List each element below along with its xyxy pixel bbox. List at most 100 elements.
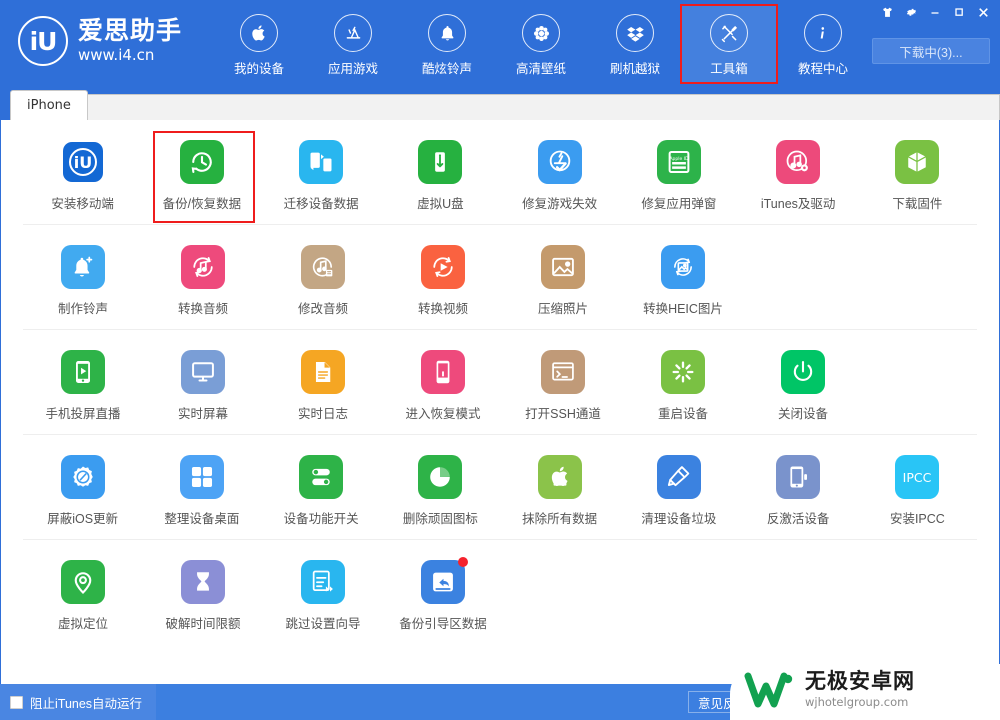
tool-label: 重启设备 [657,407,708,421]
tool-backup-restore[interactable]: 备份/恢复数据 [142,131,261,223]
tool-edit-audio[interactable]: 修改音频 [263,239,383,321]
tool-backup-boot-data[interactable]: 备份引导区数据 [383,554,503,636]
tools-icon [710,14,749,52]
download-status-button[interactable]: 下载中(3)... [872,38,990,64]
feature-toggle-icon [299,455,344,499]
tool-erase-all-data[interactable]: 抹除所有数据 [500,449,619,531]
nav-item-my-device[interactable]: 我的设备 [212,6,306,82]
tool-ssh-tunnel[interactable]: 打开SSH通道 [503,344,623,426]
recovery-mode-icon [421,350,465,394]
tool-recovery-mode[interactable]: 进入恢复模式 [383,344,503,426]
tool-virtual-usb[interactable]: 虚拟U盘 [381,134,500,216]
power-off-icon [781,350,825,394]
notification-badge [458,557,468,567]
tool-convert-audio[interactable]: 转换音频 [143,239,263,321]
device-tabstrip: iPhone [0,88,1000,120]
tool-skip-setup-wizard[interactable]: 跳过设置向导 [263,554,383,636]
tool-fix-game[interactable]: 修复游戏失效 [500,134,619,216]
nav-item-ringtones[interactable]: 酷炫铃声 [400,6,494,82]
convert-audio-icon [181,245,225,289]
i4-logo-icon: iU [18,16,68,66]
tool-label: iTunes及驱动 [760,197,836,211]
tool-compress-photo[interactable]: 压缩照片 [503,239,623,321]
brand-logo-block: iU 爱思助手 www.i4.cn [18,16,182,66]
nav-label: 教程中心 [798,62,849,76]
delete-icon-icon [418,455,463,499]
tool-deactivate-device[interactable]: 反激活设备 [739,449,858,531]
tool-install-ipcc[interactable]: IPCC 安装IPCC [858,449,977,531]
tool-label: 迁移设备数据 [283,197,359,211]
tool-install-mobile[interactable]: iU 安装移动端 [23,134,142,216]
skin-button[interactable] [876,3,898,21]
tool-label: 下载固件 [892,197,943,211]
tool-label: 破解时间限额 [165,617,241,631]
tool-label: 关闭设备 [777,407,828,421]
nav-item-wallpapers[interactable]: 高清壁纸 [494,6,588,82]
erase-all-icon [537,455,582,499]
clean-junk-icon [656,455,701,499]
tool-make-ringtone[interactable]: 制作铃声 [23,239,143,321]
tool-label: 清理设备垃圾 [641,512,717,526]
tool-label: 虚拟定位 [57,617,108,631]
tool-convert-heic[interactable]: 转换HEIC图片 [623,239,743,321]
skip-setup-icon [301,560,345,604]
block-itunes-checkbox[interactable] [10,695,23,709]
info-icon [804,14,843,52]
gear-icon[interactable] [900,3,922,21]
tool-label: 删除顽固图标 [402,512,478,526]
bell-icon [428,14,467,52]
tool-organize-desktop[interactable]: 整理设备桌面 [142,449,261,531]
tool-virtual-location[interactable]: 虚拟定位 [23,554,143,636]
tool-realtime-log[interactable]: 实时日志 [263,344,383,426]
tool-itunes-driver[interactable]: iTunes及驱动 [739,134,858,216]
nav-label: 刷机越狱 [610,62,661,76]
minimize-button[interactable] [924,3,946,21]
tool-clean-junk[interactable]: 清理设备垃圾 [619,449,738,531]
maximize-button[interactable] [948,3,970,21]
nav-item-apps-games[interactable]: 应用游戏 [306,6,400,82]
nav-label: 高清壁纸 [516,62,567,76]
block-itunes-toggle[interactable]: 阻止iTunes自动运行 [0,684,157,720]
tool-label: 安装IPCC [889,512,945,526]
nav-label: 应用游戏 [328,62,379,76]
deactivate-device-icon [776,455,821,499]
tool-label: 备份/恢复数据 [162,197,242,211]
tab-iphone[interactable]: iPhone [10,90,88,120]
feedback-button[interactable]: 意见反馈 [687,691,758,713]
virtual-location-icon [61,560,105,604]
tool-label: 虚拟U盘 [417,197,464,211]
tool-power-off[interactable]: 关闭设备 [743,344,863,426]
i4-app-icon: iU [60,140,105,184]
tool-label: 抹除所有数据 [522,512,598,526]
nav-item-toolbox[interactable]: 工具箱 [680,4,779,84]
nav-label: 我的设备 [234,62,285,76]
close-button[interactable] [972,3,994,21]
tool-fix-app-popup[interactable]: Apple ID 修复应用弹窗 [619,134,738,216]
tool-block-ios-update[interactable]: 屏蔽iOS更新 [23,449,142,531]
tool-convert-video[interactable]: 转换视频 [383,239,503,321]
flower-icon [522,14,561,52]
window-controls [876,3,994,21]
tool-delete-stubborn-icon[interactable]: 删除顽固图标 [381,449,500,531]
backup-boot-icon [421,557,468,604]
make-ringtone-icon [61,245,105,289]
tool-crack-time-limit[interactable]: 破解时间限额 [143,554,263,636]
svg-text:IPCC: IPCC [903,470,932,485]
nav-item-flash-jailbreak[interactable]: 刷机越狱 [588,6,682,82]
tool-label: 制作铃声 [57,302,108,316]
edit-audio-icon [301,245,345,289]
nav-label: 酷炫铃声 [422,62,473,76]
svg-text:Apple ID: Apple ID [669,156,689,162]
install-ipcc-icon: IPCC [895,455,940,499]
tool-screen-cast[interactable]: 手机投屏直播 [23,344,143,426]
tool-label: 反激活设备 [766,512,830,526]
usb-disk-icon [418,140,463,184]
tool-feature-toggle[interactable]: 设备功能开关 [262,449,381,531]
tool-download-firmware[interactable]: 下载固件 [858,134,977,216]
itunes-driver-icon [776,140,821,184]
nav-item-tutorial-center[interactable]: 教程中心 [776,6,870,82]
tool-migrate-data[interactable]: 迁移设备数据 [262,134,381,216]
tool-realtime-screen[interactable]: 实时屏幕 [143,344,263,426]
i4-assistant-window: iU 爱思助手 www.i4.cn 我的设备 应用游戏 酷炫铃声 高清壁纸 刷机… [0,0,1000,720]
tool-reboot-device[interactable]: 重启设备 [623,344,743,426]
